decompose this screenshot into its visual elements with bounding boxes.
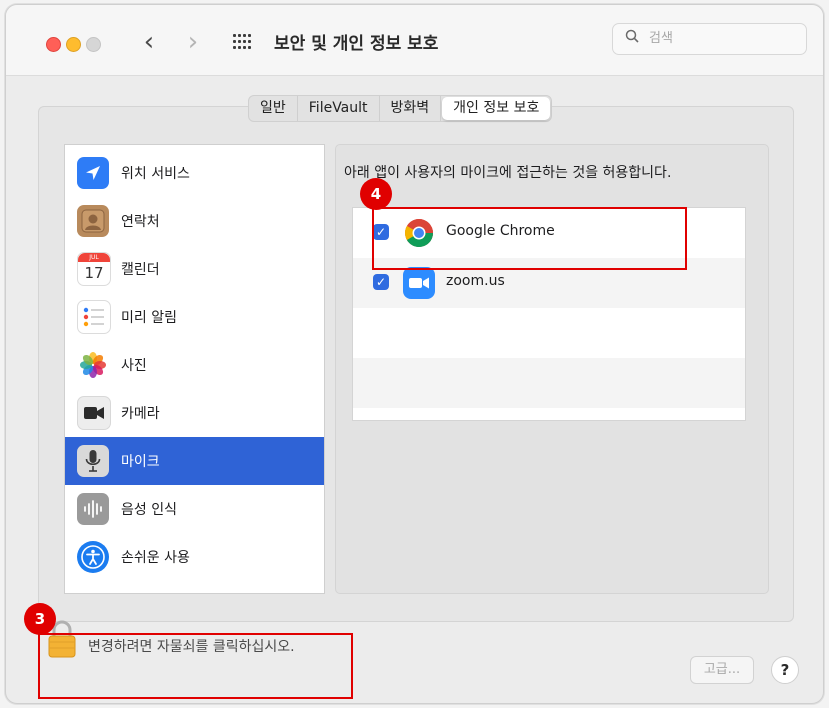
- empty-row: [353, 358, 745, 408]
- accessibility-icon: [77, 541, 109, 573]
- sidebar-item-label: 연락처: [121, 214, 160, 230]
- tab-bar: 일반 FileVault 방화벽 개인 정보 보호: [248, 95, 553, 122]
- app-name: zoom.us: [446, 273, 505, 289]
- zoom-window-button[interactable]: [86, 37, 101, 52]
- sidebar-item-label: 음성 인식: [121, 502, 177, 518]
- microphone-icon: [77, 445, 109, 477]
- sidebar-item-label: 손쉬운 사용: [121, 550, 190, 566]
- sidebar-item-photos[interactable]: 사진: [65, 341, 324, 389]
- tab-filevault[interactable]: FileVault: [298, 96, 380, 121]
- sidebar-item-speech-recognition[interactable]: 음성 인식: [65, 485, 324, 533]
- calendar-month-label: JUL: [78, 253, 110, 262]
- back-button[interactable]: ‹: [138, 27, 160, 57]
- sidebar-item-contacts[interactable]: 연락처: [65, 197, 324, 245]
- location-arrow-icon: [77, 157, 109, 189]
- sidebar-item-label: 위치 서비스: [121, 166, 190, 182]
- speech-recognition-icon: [77, 493, 109, 525]
- title-bar: ‹ › 보안 및 개인 정보 보호: [6, 5, 823, 76]
- sidebar-item-label: 카메라: [121, 406, 160, 422]
- help-button[interactable]: ?: [771, 656, 799, 684]
- window-title: 보안 및 개인 정보 보호: [274, 34, 439, 54]
- sidebar-item-label: 미리 알림: [121, 310, 177, 326]
- close-window-button[interactable]: [46, 37, 61, 52]
- empty-row: [353, 308, 745, 358]
- annotation-box-lock: [38, 633, 353, 699]
- sidebar-item-label: 마이크: [121, 454, 160, 470]
- contacts-icon: [77, 205, 109, 237]
- tab-privacy[interactable]: 개인 정보 보호: [442, 97, 551, 120]
- search-input[interactable]: [647, 30, 801, 47]
- search-field[interactable]: [612, 23, 807, 55]
- zoom-checkbox[interactable]: ✓: [373, 274, 389, 290]
- forward-button[interactable]: ›: [182, 27, 204, 57]
- sidebar-item-camera[interactable]: 카메라: [65, 389, 324, 437]
- sidebar-item-accessibility[interactable]: 손쉬운 사용: [65, 533, 324, 581]
- permission-description: 아래 앱이 사용자의 마이크에 접근하는 것을 허용합니다.: [344, 165, 672, 181]
- privacy-category-list: 위치 서비스 연락처 JUL 17 캘린더 미리 알림 사진 카메라 마이크 음…: [64, 144, 325, 594]
- tab-general[interactable]: 일반: [249, 96, 298, 121]
- advanced-button[interactable]: 고급...: [690, 656, 754, 684]
- sidebar-item-microphone[interactable]: 마이크: [65, 437, 324, 485]
- sidebar-item-label: 사진: [121, 358, 147, 374]
- sidebar-item-label: 캘린더: [121, 262, 160, 278]
- show-all-grid-icon[interactable]: [233, 34, 253, 50]
- reminders-icon: [77, 300, 111, 334]
- sidebar-item-calendar[interactable]: JUL 17 캘린더: [65, 245, 324, 293]
- sidebar-item-reminders[interactable]: 미리 알림: [65, 293, 324, 341]
- annotation-badge-3: 3: [24, 603, 56, 635]
- annotation-box-chrome: [372, 207, 687, 270]
- minimize-window-button[interactable]: [66, 37, 81, 52]
- annotation-badge-4: 4: [360, 178, 392, 210]
- calendar-day-label: 17: [84, 264, 104, 282]
- sidebar-item-location-services[interactable]: 위치 서비스: [65, 149, 324, 197]
- calendar-icon: JUL 17: [77, 252, 111, 286]
- photos-icon: [77, 349, 109, 381]
- search-icon: [625, 29, 639, 47]
- tab-firewall[interactable]: 방화벽: [380, 96, 442, 121]
- camera-icon: [77, 396, 111, 430]
- zoom-icon: [403, 267, 435, 299]
